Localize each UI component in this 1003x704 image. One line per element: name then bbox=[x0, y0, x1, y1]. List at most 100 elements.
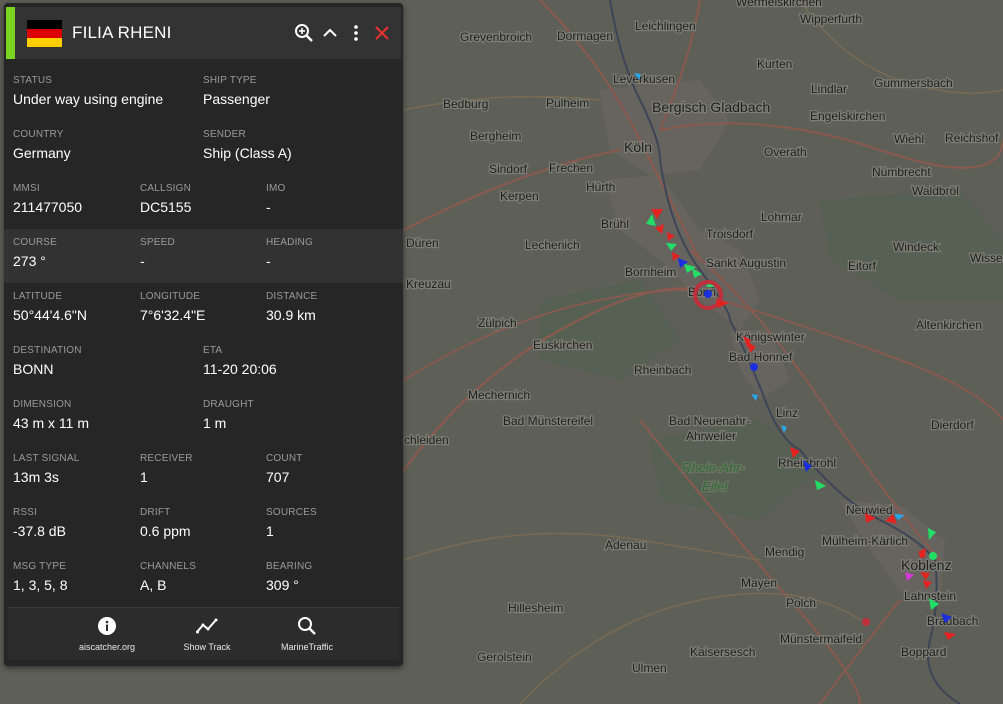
place-label: Lohmar bbox=[761, 210, 802, 224]
place-label: Neuwied bbox=[846, 503, 893, 517]
place-label: chleiden bbox=[404, 433, 449, 447]
chevron-up-icon[interactable] bbox=[320, 21, 340, 45]
place-label: Bergheim bbox=[470, 129, 521, 143]
field-label: SENDER bbox=[203, 129, 246, 140]
place-label: Brühl bbox=[601, 217, 629, 231]
field-label: HEADING bbox=[266, 237, 313, 248]
field-label: LATITUDE bbox=[13, 291, 63, 302]
more-vert-icon[interactable] bbox=[346, 21, 366, 45]
button-label: Show Track bbox=[183, 642, 231, 652]
place-label: Grevenbroich bbox=[460, 30, 532, 44]
field-label: STATUS bbox=[13, 75, 53, 86]
place-label: Lechenich bbox=[525, 238, 580, 252]
ship-marker[interactable] bbox=[919, 552, 925, 558]
status-accent-bar bbox=[6, 7, 15, 59]
place-label: Bad Münstereifel bbox=[503, 414, 593, 428]
info-row-course: COURSE 273 ° SPEED - HEADING - bbox=[4, 229, 403, 283]
show-track-button[interactable]: Show Track bbox=[162, 616, 252, 660]
place-label: Frechen bbox=[549, 161, 593, 175]
field-value: 43 m x 11 m bbox=[13, 415, 89, 431]
field-value: 309 ° bbox=[266, 577, 299, 593]
country-flag-icon bbox=[27, 19, 62, 47]
vessel-name: FILIA RHENI bbox=[72, 23, 172, 42]
place-label: Adenau bbox=[605, 538, 646, 552]
aiscatcher-link-button[interactable]: aiscatcher.org bbox=[62, 616, 152, 660]
field-label: DISTANCE bbox=[266, 291, 318, 302]
info-row-position: LATITUDE 50°44'4.6"N LONGITUDE 7°6'32.4"… bbox=[4, 283, 403, 337]
place-label: Zülpich bbox=[478, 316, 517, 330]
field-label: BEARING bbox=[266, 561, 313, 572]
place-label: Gummersbach bbox=[874, 76, 953, 90]
info-row-ids: MMSI 211477050 CALLSIGN DC5155 IMO - bbox=[4, 175, 403, 229]
place-label: Mülheim-Kärlich bbox=[822, 534, 908, 548]
ship-marker[interactable] bbox=[704, 290, 712, 298]
place-label: Bornheim bbox=[625, 265, 676, 279]
field-label: RSSI bbox=[13, 507, 38, 518]
info-icon bbox=[98, 617, 116, 635]
info-row-destination: DESTINATION BONN ETA 11-20 20:06 bbox=[4, 337, 403, 391]
place-label: Münstermaifeld bbox=[780, 632, 862, 646]
place-label: Kurten bbox=[757, 57, 792, 71]
field-value: 273 ° bbox=[13, 253, 46, 269]
ship-marker[interactable] bbox=[862, 618, 870, 626]
place-label: Düren bbox=[406, 236, 439, 250]
field-value: 1, 3, 5, 8 bbox=[13, 577, 68, 593]
place-label: Bedburg bbox=[443, 97, 488, 111]
button-label: MarineTraffic bbox=[280, 642, 333, 652]
place-label: Sankt Augustin bbox=[706, 256, 786, 270]
place-label: Eifel bbox=[702, 479, 728, 494]
field-label: ETA bbox=[203, 345, 223, 356]
place-label: Engelskirchen bbox=[810, 109, 885, 123]
field-value: 1 m bbox=[203, 415, 227, 431]
place-label: Dierdorf bbox=[931, 418, 974, 432]
info-row-dimension: DIMENSION 43 m x 11 m DRAUGHT 1 m bbox=[4, 391, 403, 445]
place-label: Windeck bbox=[893, 240, 940, 254]
field-label: SOURCES bbox=[266, 507, 317, 518]
field-value: - bbox=[140, 253, 145, 269]
field-label: DIMENSION bbox=[13, 399, 72, 410]
place-label: Euskirchen bbox=[533, 338, 592, 352]
field-value: - bbox=[266, 253, 271, 269]
field-value: 211477050 bbox=[13, 199, 83, 215]
place-label: Boppard bbox=[901, 645, 946, 659]
field-value: 11-20 20:06 bbox=[203, 361, 277, 377]
place-label: Köln bbox=[624, 139, 652, 155]
field-label: MSG TYPE bbox=[13, 561, 67, 572]
place-label: Bonn bbox=[688, 285, 716, 299]
field-value: -37.8 dB bbox=[13, 523, 66, 539]
info-row-rssi: RSSI -37.8 dB DRIFT 0.6 ppm SOURCES 1 bbox=[4, 499, 403, 553]
place-label: Pulheim bbox=[546, 96, 589, 110]
place-label: Ahrweiler bbox=[686, 429, 736, 443]
zoom-in-icon[interactable] bbox=[294, 21, 314, 45]
place-label: Eitorf bbox=[848, 259, 877, 273]
field-value: Germany bbox=[13, 145, 71, 161]
search-icon bbox=[298, 617, 316, 635]
field-label: COURSE bbox=[13, 237, 57, 248]
ship-marker[interactable] bbox=[929, 552, 937, 560]
close-icon[interactable] bbox=[372, 21, 392, 45]
field-value: 50°44'4.6"N bbox=[13, 307, 87, 323]
place-label: Wipperfurth bbox=[800, 12, 862, 26]
field-label: COUNT bbox=[266, 453, 303, 464]
info-row-messages: MSG TYPE 1, 3, 5, 8 CHANNELS A, B BEARIN… bbox=[4, 553, 403, 607]
ship-marker[interactable] bbox=[750, 363, 758, 371]
place-label: Reichshof bbox=[945, 131, 999, 145]
field-value: 30.9 km bbox=[266, 307, 316, 323]
field-value: 0.6 ppm bbox=[140, 523, 191, 539]
field-label: RECEIVER bbox=[140, 453, 193, 464]
place-label: Kerpen bbox=[500, 189, 539, 203]
place-label: Wermelskirchen bbox=[736, 0, 822, 9]
field-label: DRIFT bbox=[140, 507, 171, 518]
place-label: Mayen bbox=[741, 576, 777, 590]
place-label: Leverkusen bbox=[613, 72, 675, 86]
field-label: SHIP TYPE bbox=[203, 75, 257, 86]
field-value: BONN bbox=[13, 361, 54, 377]
info-row-country: COUNTRY Germany SENDER Ship (Class A) bbox=[4, 121, 403, 175]
place-label: Bad Neuenahr- bbox=[669, 414, 750, 428]
place-label: Wiehl bbox=[894, 132, 924, 146]
place-label: Ulmen bbox=[632, 661, 667, 675]
place-label: Troisdorf bbox=[706, 227, 754, 241]
field-label: MMSI bbox=[13, 183, 40, 194]
marinetraffic-link-button[interactable]: MarineTraffic bbox=[262, 616, 352, 660]
field-label: SPEED bbox=[140, 237, 175, 248]
